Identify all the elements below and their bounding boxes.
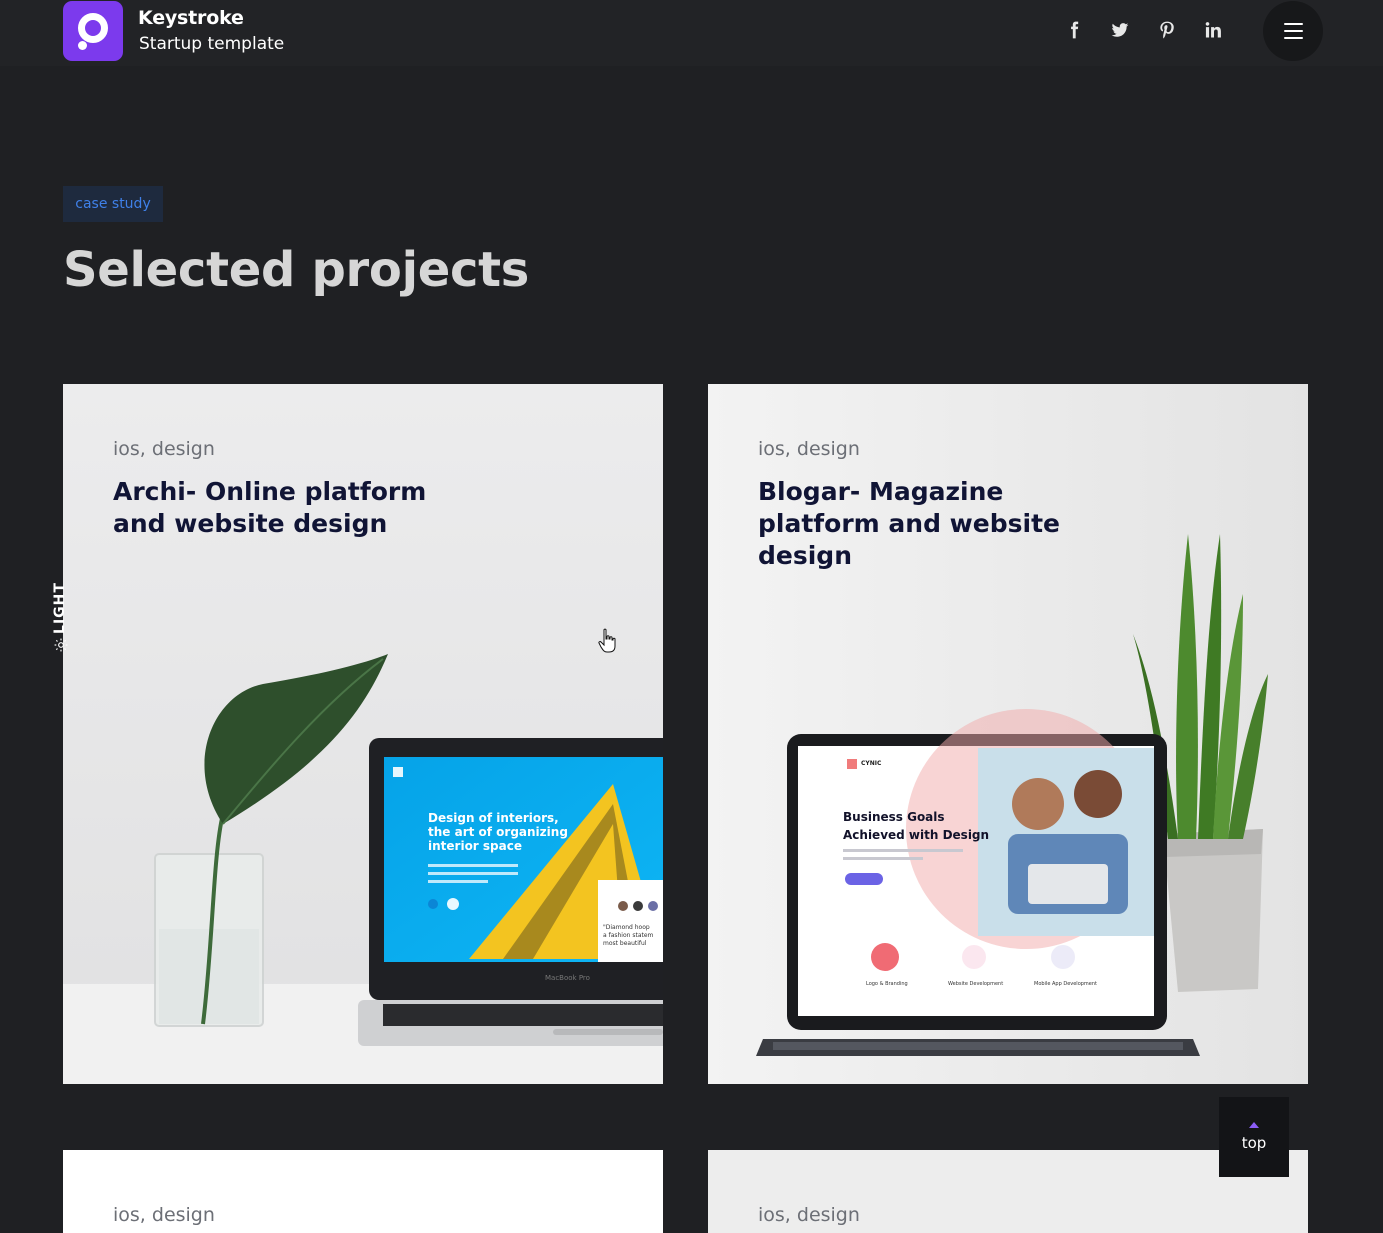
svg-text:Business Goals: Business Goals <box>843 810 945 824</box>
theme-toggle-label: LIGHT <box>51 582 68 634</box>
scroll-top-button[interactable]: top <box>1219 1097 1289 1177</box>
section-badge: case study <box>63 186 163 222</box>
svg-text:interior space: interior space <box>428 839 522 853</box>
site-header: Keystroke Startup template <box>0 0 1383 66</box>
svg-text:Design of interiors,: Design of interiors, <box>428 811 559 825</box>
pinterest-link[interactable] <box>1153 16 1181 44</box>
project-tags: ios, design <box>113 438 215 460</box>
project-title[interactable]: Archi- Online platform and website desig… <box>113 476 443 540</box>
hamburger-icon <box>1284 23 1303 25</box>
hamburger-icon-bottom <box>1284 37 1303 39</box>
scroll-top-label: top <box>1241 1134 1267 1152</box>
hand-cursor-icon <box>598 628 616 653</box>
page-title: Selected projects <box>63 242 530 298</box>
project-card-archi[interactable]: "Diamond hoop a fashion statem most beau… <box>63 384 663 1084</box>
svg-text:Achieved with Design: Achieved with Design <box>843 828 989 842</box>
twitter-link[interactable] <box>1106 16 1134 44</box>
logo-dot-icon <box>78 41 87 50</box>
brand-name[interactable]: Keystroke <box>138 7 244 29</box>
linkedin-icon <box>1205 22 1221 38</box>
brand-tagline: Startup template <box>139 34 285 54</box>
hamburger-icon-middle <box>1284 30 1303 32</box>
brand-logo[interactable] <box>63 1 123 61</box>
menu-button[interactable] <box>1263 1 1323 61</box>
svg-text:most beautiful: most beautiful <box>603 940 647 947</box>
twitter-icon <box>1111 23 1129 37</box>
facebook-link[interactable] <box>1060 16 1088 44</box>
project-tags: ios, design <box>758 438 860 460</box>
svg-text:the art of organizing: the art of organizing <box>428 825 568 839</box>
svg-text:Logo & Branding: Logo & Branding <box>866 981 908 987</box>
svg-text:CYNIC: CYNIC <box>861 760 882 767</box>
linkedin-link[interactable] <box>1199 16 1227 44</box>
logo-ring-icon <box>78 13 108 43</box>
pinterest-icon <box>1160 21 1174 39</box>
project-card-blogar[interactable]: CYNIC Business Goals Achieved with Desig… <box>708 384 1308 1084</box>
project-title[interactable]: Blogar- Magazine platform and website de… <box>758 476 1088 572</box>
svg-text:Website Development: Website Development <box>948 981 1003 987</box>
project-card-4[interactable]: ios, design <box>708 1150 1308 1233</box>
svg-text:Mobile App Development: Mobile App Development <box>1034 981 1097 987</box>
arrow-up-icon <box>1249 1122 1259 1128</box>
facebook-icon <box>1071 21 1079 39</box>
svg-text:"Diamond hoop: "Diamond hoop <box>603 924 650 931</box>
svg-text:MacBook Pro: MacBook Pro <box>545 974 590 982</box>
svg-text:a fashion statem: a fashion statem <box>603 932 654 939</box>
sun-icon <box>54 638 68 652</box>
theme-toggle[interactable]: LIGHT <box>50 580 72 658</box>
project-card-3[interactable]: ios, design <box>63 1150 663 1233</box>
project-tags: ios, design <box>113 1204 215 1226</box>
project-tags: ios, design <box>758 1204 860 1226</box>
